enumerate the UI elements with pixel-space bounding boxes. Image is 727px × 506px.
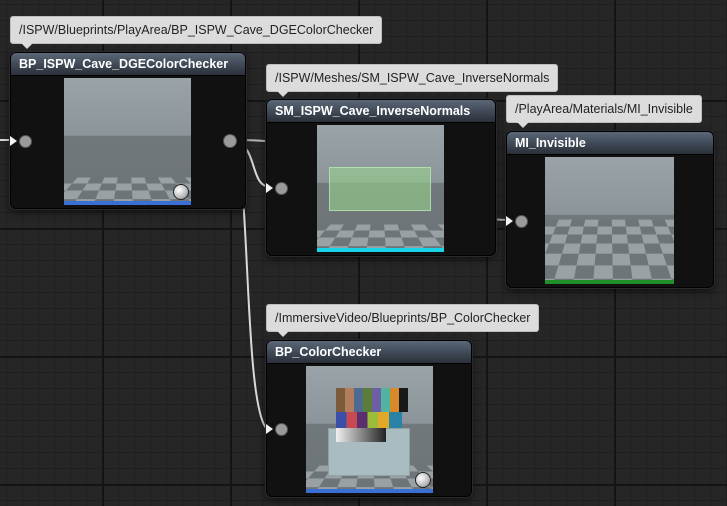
exec-arrow-icon bbox=[266, 183, 273, 193]
material-node-mi-invisible[interactable]: MI_Invisible bbox=[506, 131, 714, 288]
color-checker-board bbox=[336, 412, 402, 428]
asset-path-tooltip: /ImmersiveVideo/Blueprints/BP_ColorCheck… bbox=[266, 304, 540, 337]
sphere-icon bbox=[173, 184, 189, 200]
blueprint-node-bp-colorchecker[interactable]: BP_ColorChecker bbox=[266, 340, 472, 497]
asset-thumbnail bbox=[317, 125, 444, 252]
node-title: BP_ISPW_Cave_DGEColorChecker bbox=[11, 53, 245, 76]
static-mesh-node-sm-cave[interactable]: SM_ISPW_Cave_InverseNormals bbox=[266, 99, 496, 256]
grayscale-strip bbox=[336, 428, 386, 442]
output-pin[interactable] bbox=[223, 134, 237, 148]
asset-thumbnail bbox=[545, 157, 674, 284]
input-pin[interactable] bbox=[266, 421, 292, 437]
sphere-icon bbox=[415, 472, 431, 488]
node-title: SM_ISPW_Cave_InverseNormals bbox=[267, 100, 495, 123]
asset-path-tooltip: /ISPW/Meshes/SM_ISPW_Cave_InverseNormals bbox=[266, 64, 559, 97]
asset-path-tooltip: /ISPW/Blueprints/PlayArea/BP_ISPW_Cave_D… bbox=[10, 16, 383, 49]
asset-thumbnail bbox=[306, 366, 433, 493]
exec-arrow-icon bbox=[266, 424, 273, 434]
blueprint-node-bp-cave[interactable]: BP_ISPW_Cave_DGEColorChecker bbox=[10, 52, 246, 209]
node-title: MI_Invisible bbox=[507, 132, 713, 155]
asset-thumbnail bbox=[64, 78, 191, 205]
input-pin[interactable] bbox=[10, 133, 36, 149]
exec-arrow-icon bbox=[506, 216, 513, 226]
input-pin[interactable] bbox=[506, 213, 532, 229]
color-checker-board bbox=[336, 388, 408, 412]
asset-path-tooltip: /PlayArea/Materials/MI_Invisible bbox=[506, 95, 702, 128]
mesh-preview bbox=[329, 167, 431, 211]
exec-arrow-icon bbox=[10, 136, 17, 146]
node-title: BP_ColorChecker bbox=[267, 341, 471, 364]
input-pin[interactable] bbox=[266, 180, 292, 196]
